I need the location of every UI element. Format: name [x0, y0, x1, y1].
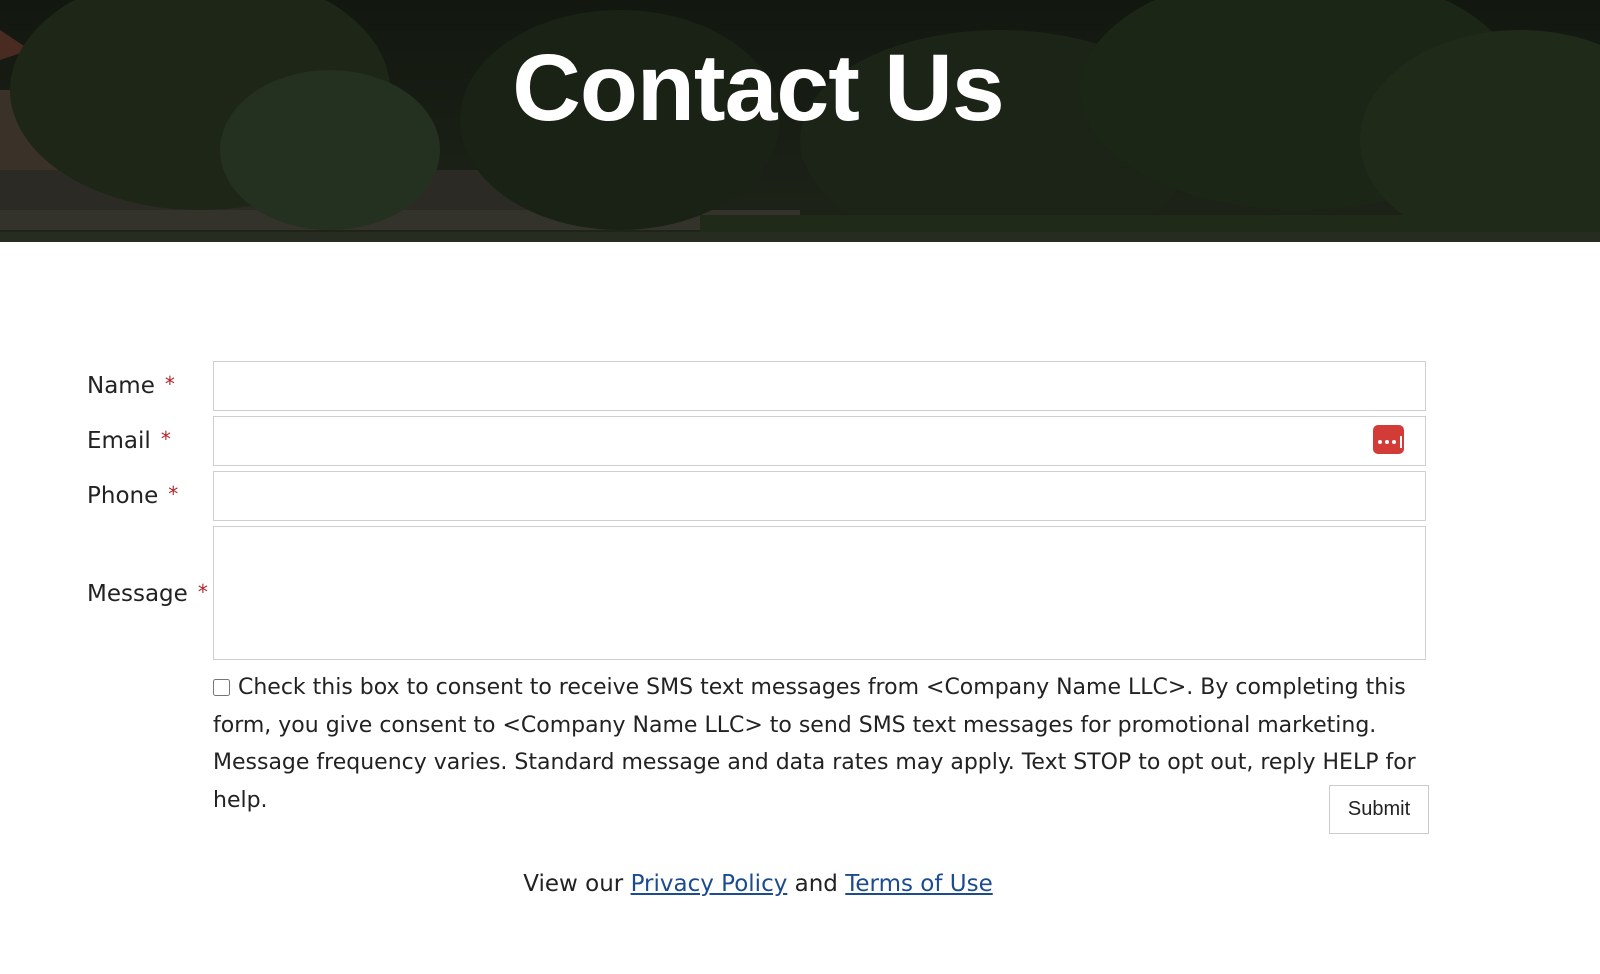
page-title: Contact Us — [512, 35, 1004, 141]
footer-connector: and — [794, 871, 838, 897]
footer-prefix: View our — [523, 871, 624, 897]
email-label-text: Email — [87, 428, 151, 454]
hero-banner: Contact Us — [0, 0, 1600, 242]
required-indicator: * — [164, 372, 175, 396]
password-manager-icon[interactable] — [1373, 425, 1404, 454]
name-input[interactable] — [213, 361, 1426, 411]
footer-links: View our Privacy Policy and Terms of Use — [0, 868, 1516, 900]
required-indicator: * — [160, 427, 171, 451]
name-label: Name * — [87, 371, 175, 401]
sms-consent: Check this box to consent to receive SMS… — [213, 669, 1443, 819]
name-label-text: Name — [87, 373, 155, 399]
message-label-text: Message — [87, 581, 188, 607]
message-label: Message * — [87, 579, 208, 609]
message-textarea[interactable] — [213, 526, 1426, 660]
sms-consent-text: Check this box to consent to receive SMS… — [213, 675, 1416, 813]
required-indicator: * — [197, 580, 208, 604]
email-input[interactable] — [213, 416, 1426, 466]
submit-button[interactable]: Submit — [1329, 785, 1429, 834]
terms-of-use-link[interactable]: Terms of Use — [845, 871, 993, 897]
privacy-policy-link[interactable]: Privacy Policy — [631, 871, 788, 897]
sms-consent-checkbox[interactable] — [213, 679, 230, 696]
phone-label-text: Phone — [87, 483, 159, 509]
phone-label: Phone * — [87, 481, 178, 511]
phone-input[interactable] — [213, 471, 1426, 521]
email-label: Email * — [87, 426, 171, 456]
required-indicator: * — [168, 482, 179, 506]
